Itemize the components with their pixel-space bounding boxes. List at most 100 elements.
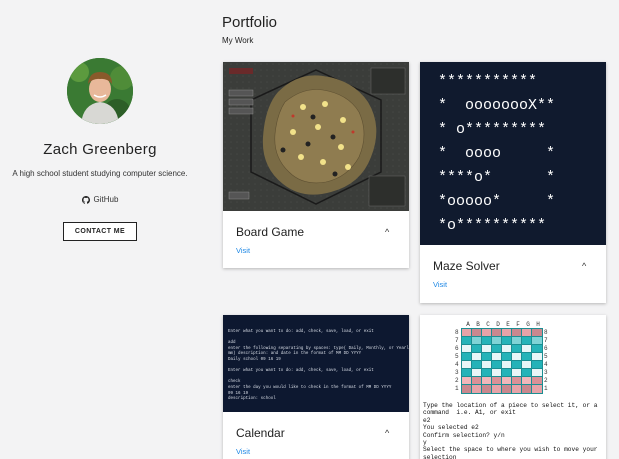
- chess-square: [461, 376, 473, 386]
- chess-file-label: C: [486, 321, 490, 328]
- chess-square: [491, 328, 503, 338]
- chess-square: [481, 352, 493, 362]
- chess-file-label: F: [516, 321, 520, 328]
- maze-line: * oooo *: [438, 145, 556, 162]
- chess-square: [531, 360, 543, 370]
- chess-rank-label: 8: [455, 329, 459, 336]
- chess-rank-label: 8: [544, 329, 548, 336]
- chess-square: [521, 376, 533, 386]
- chess-square: [511, 328, 523, 338]
- chess-file-label: H: [536, 321, 540, 328]
- maze-line: ***********: [438, 73, 538, 90]
- chess-square: [491, 336, 503, 346]
- chess-square: [501, 368, 513, 378]
- chess-rank-label: 2: [455, 377, 459, 384]
- chess-square: [461, 336, 473, 346]
- avatar: [67, 58, 133, 124]
- chess-rank-label: 7: [544, 337, 548, 344]
- chess-square: [491, 360, 503, 370]
- github-link[interactable]: GitHub: [0, 195, 200, 204]
- page-title: Portfolio: [222, 14, 278, 31]
- expand-chevron-icon[interactable]: ^: [385, 227, 389, 237]
- chess-square: [471, 384, 483, 394]
- chess-square: [521, 344, 533, 354]
- chess-board: [461, 328, 543, 394]
- chess-square: [471, 352, 483, 362]
- contact-me-button[interactable]: CONTACT ME: [63, 222, 137, 241]
- chess-square: [511, 352, 523, 362]
- chess-square: [531, 328, 543, 338]
- chess-square: [491, 344, 503, 354]
- chess-square: [521, 360, 533, 370]
- chess-thumbnail: ABCDEFGH 87654321 87654321 Type the loca…: [420, 315, 606, 459]
- chess-square: [471, 336, 483, 346]
- visit-link[interactable]: Visit: [433, 280, 447, 289]
- chess-square: [521, 384, 533, 394]
- chess-rank-label: 2: [544, 377, 548, 384]
- chess-square: [531, 352, 543, 362]
- chess-rank-label: 7: [455, 337, 459, 344]
- chess-square: [511, 344, 523, 354]
- chess-square: [511, 360, 523, 370]
- chess-square: [471, 328, 483, 338]
- project-card-chess: ABCDEFGH 87654321 87654321 Type the loca…: [420, 315, 606, 459]
- chess-square: [491, 368, 503, 378]
- project-title: Calendar: [236, 426, 285, 440]
- maze-line: * o*********: [438, 121, 547, 138]
- project-card-maze-solver: *********** * oooooooX** * o********* * ooo…: [420, 62, 606, 303]
- chess-square: [481, 328, 493, 338]
- chess-square: [481, 336, 493, 346]
- chess-square: [521, 336, 533, 346]
- maze-line: ****o* *: [438, 169, 556, 186]
- chess-square: [491, 352, 503, 362]
- calendar-terminal-output: Enter what you want to do: add, check, s…: [228, 330, 409, 402]
- chess-square: [461, 328, 473, 338]
- project-title: Board Game: [236, 225, 305, 239]
- chess-square: [471, 344, 483, 354]
- chess-square: [501, 336, 513, 346]
- chess-rank-label: 5: [455, 353, 459, 360]
- chess-terminal-output: Type the location of a piece to select i…: [423, 402, 598, 459]
- chess-file-labels: ABCDEFGH: [463, 321, 543, 328]
- chess-square: [531, 376, 543, 386]
- chess-square: [501, 352, 513, 362]
- chess-file-label: A: [466, 321, 470, 328]
- profile-sidebar: Zach Greenberg A high school student stu…: [0, 0, 212, 459]
- chess-square: [531, 344, 543, 354]
- page-subtitle: My Work: [222, 36, 254, 45]
- chess-square: [471, 368, 483, 378]
- chess-square: [461, 368, 473, 378]
- chess-rank-label: 6: [544, 345, 548, 352]
- chess-square: [531, 384, 543, 394]
- chess-rank-label: 4: [455, 361, 459, 368]
- chess-square: [461, 384, 473, 394]
- chess-square: [501, 376, 513, 386]
- board-game-thumbnail: [223, 62, 409, 211]
- expand-chevron-icon[interactable]: ^: [385, 428, 389, 438]
- maze-solver-thumbnail: *********** * oooooooX** * o********* * ooo…: [420, 62, 606, 245]
- chess-square: [501, 344, 513, 354]
- chess-square: [511, 384, 523, 394]
- chess-rank-labels: 87654321: [544, 329, 548, 393]
- chess-square: [501, 360, 513, 370]
- profile-name: Zach Greenberg: [43, 141, 157, 158]
- chess-rank-label: 1: [455, 385, 459, 392]
- chess-file-label: B: [476, 321, 480, 328]
- chess-square: [531, 336, 543, 346]
- chess-rank-label: 3: [544, 369, 548, 376]
- chess-square: [491, 384, 503, 394]
- chess-square: [481, 344, 493, 354]
- github-label: GitHub: [93, 195, 119, 204]
- project-card-board-game: Board Game ^ Visit: [223, 62, 409, 268]
- chess-file-label: E: [506, 321, 510, 328]
- visit-link[interactable]: Visit: [236, 246, 250, 255]
- expand-chevron-icon[interactable]: ^: [582, 261, 586, 271]
- chess-square: [471, 376, 483, 386]
- project-title: Maze Solver: [433, 259, 500, 273]
- profile-description: A high school student studying computer …: [12, 169, 188, 178]
- visit-link[interactable]: Visit: [236, 447, 250, 456]
- chess-square: [511, 376, 523, 386]
- maze-line: *o**********: [438, 217, 547, 234]
- maze-output: *********** * oooooooX** * o********* * ooo…: [438, 70, 555, 238]
- maze-line: *ooooo* *: [438, 193, 556, 210]
